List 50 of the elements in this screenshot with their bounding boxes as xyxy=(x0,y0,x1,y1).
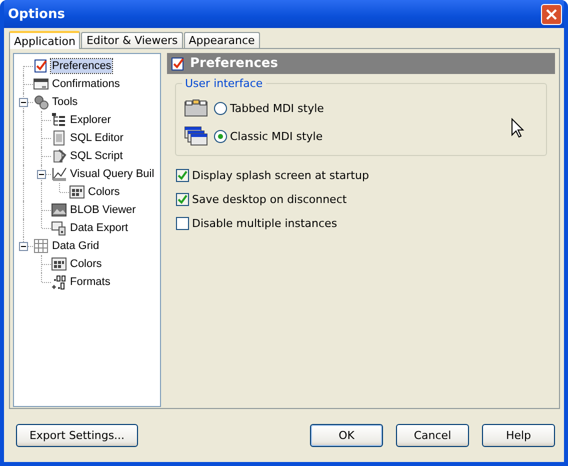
checkmark-icon xyxy=(177,194,188,204)
radio-option[interactable]: Tabbed MDI style xyxy=(214,102,324,114)
checkmark-icon xyxy=(177,170,188,180)
collapse-button[interactable] xyxy=(19,242,28,251)
collapse-button[interactable] xyxy=(37,170,46,179)
image-icon xyxy=(51,202,67,218)
export-settings-button[interactable]: Export Settings... xyxy=(16,424,138,447)
dialog-button[interactable]: OK xyxy=(310,424,383,447)
section-title: Preferences xyxy=(190,56,278,71)
tree-item[interactable]: Explorer xyxy=(69,113,112,127)
tree-item[interactable]: SQL Script xyxy=(69,149,124,163)
close-icon xyxy=(545,8,558,20)
tabbed-window-icon xyxy=(184,98,208,118)
window-title: Options xyxy=(8,6,65,22)
tree-item[interactable]: SQL Editor xyxy=(69,131,124,145)
collapse-button[interactable] xyxy=(19,98,28,107)
chart-icon xyxy=(51,166,67,182)
tab[interactable]: Editor & Viewers xyxy=(81,32,183,48)
group-label: User interface xyxy=(182,77,266,90)
tree-item[interactable]: Formats xyxy=(69,275,112,289)
doc-icon xyxy=(51,130,67,146)
dialog-button[interactable]: Help xyxy=(482,424,555,447)
tree-item[interactable]: Data Grid xyxy=(51,239,100,253)
tree-item[interactable]: BLOB Viewer xyxy=(69,203,137,217)
tree-item[interactable]: Confirmations xyxy=(51,77,121,91)
tab[interactable]: Application xyxy=(9,31,80,49)
dialog-button[interactable]: Cancel xyxy=(396,424,469,447)
tree-item[interactable]: Colors xyxy=(87,185,121,199)
export-icon xyxy=(51,220,67,236)
table-icon xyxy=(33,238,49,254)
mouse-pointer-icon xyxy=(511,118,525,138)
grid-icon xyxy=(51,256,67,272)
formats-icon xyxy=(51,274,67,290)
checklist-icon xyxy=(170,56,186,72)
tree-item[interactable]: Preferences xyxy=(51,59,112,73)
check-icon xyxy=(33,58,49,74)
tree-item[interactable]: Tools xyxy=(51,95,79,109)
tree-item[interactable]: Data Export xyxy=(69,221,130,235)
tree-item[interactable]: Colors xyxy=(69,257,103,271)
tree-icon xyxy=(51,112,67,128)
radio-option[interactable]: Classic MDI style xyxy=(214,130,323,142)
checkbox-option[interactable]: Disable multiple instances xyxy=(176,215,555,231)
checkbox-option[interactable]: Save desktop on disconnect xyxy=(176,191,555,207)
cascaded-windows-icon xyxy=(184,126,208,146)
checkbox-option[interactable]: Display splash screen at startup xyxy=(176,167,555,183)
window-icon xyxy=(33,76,49,92)
grid-icon xyxy=(69,184,85,200)
close-button[interactable] xyxy=(541,4,562,24)
tree-item[interactable]: Visual Query Buil xyxy=(69,167,156,181)
tab[interactable]: Appearance xyxy=(184,32,260,48)
